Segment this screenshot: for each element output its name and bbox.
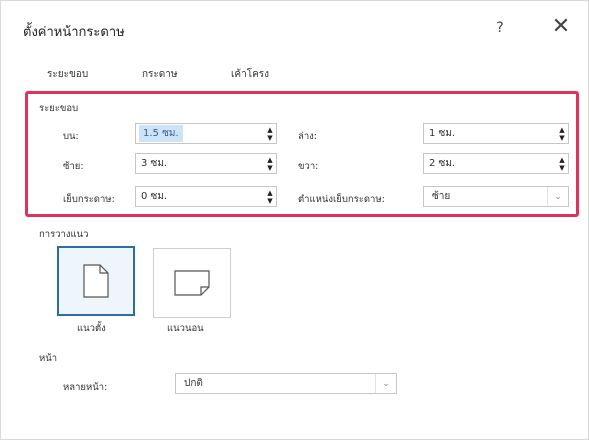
landscape-page-icon <box>174 270 210 296</box>
bottom-margin-value[interactable]: 1 ซม. <box>424 126 556 141</box>
top-margin-spinner[interactable]: 1.5 ซม. ▲ ▼ <box>135 123 277 144</box>
top-margin-value[interactable]: 1.5 ซม. <box>139 125 183 142</box>
gutter-position-select[interactable]: ซ้าย ⌄ <box>423 186 569 207</box>
portrait-button[interactable] <box>57 246 135 316</box>
left-margin-label: ซ้าย: <box>63 161 84 172</box>
chevron-down-icon[interactable]: ⌄ <box>375 374 396 393</box>
pages-group-label: หน้า <box>39 353 58 364</box>
tab-layout[interactable]: เค้าโครง <box>231 67 269 82</box>
top-margin-label: บน: <box>63 131 79 142</box>
spin-arrows-icon[interactable]: ▲ ▼ <box>264 154 276 173</box>
portrait-page-icon <box>83 264 109 298</box>
gutter-value[interactable]: 0 ซม. <box>136 189 264 204</box>
multiple-pages-label: หลายหน้า: <box>63 382 108 393</box>
spin-arrows-icon[interactable]: ▲ ▼ <box>264 187 276 206</box>
dialog-title: ตั้งค่าหน้ากระดาษ <box>23 25 125 40</box>
gutter-label: เย็บกระดาษ: <box>63 194 115 205</box>
gutter-spinner[interactable]: 0 ซม. ▲ ▼ <box>135 186 277 207</box>
right-margin-value[interactable]: 2 ซม. <box>424 156 556 171</box>
margins-group-label: ระยะขอบ <box>39 103 79 114</box>
gutter-position-value: ซ้าย <box>432 191 451 202</box>
right-margin-label: ขวา: <box>298 161 319 172</box>
help-icon: ? <box>496 20 504 36</box>
right-margin-spinner[interactable]: 2 ซม. ▲ ▼ <box>423 153 569 174</box>
multiple-pages-select[interactable]: ปกติ ⌄ <box>175 373 397 394</box>
spin-arrows-icon[interactable]: ▲ ▼ <box>264 124 276 143</box>
page-setup-dialog: ตั้งค่าหน้ากระดาษ ? ✕ ระยะขอบ กระดาษ เค้… <box>0 0 589 440</box>
spin-arrows-icon[interactable]: ▲ ▼ <box>556 154 568 173</box>
gutter-position-label: ตำแหน่งเย็บกระดาษ: <box>298 194 385 205</box>
orientation-group-label: การวางแนว <box>39 229 89 240</box>
multiple-pages-value: ปกติ <box>184 378 203 389</box>
spin-arrows-icon[interactable]: ▲ ▼ <box>556 124 568 143</box>
left-margin-spinner[interactable]: 3 ซม. ▲ ▼ <box>135 153 277 174</box>
bottom-margin-spinner[interactable]: 1 ซม. ▲ ▼ <box>423 123 569 144</box>
bottom-margin-label: ล่าง: <box>298 131 317 142</box>
close-icon: ✕ <box>551 14 571 39</box>
landscape-button[interactable] <box>153 248 231 318</box>
chevron-down-icon[interactable]: ⌄ <box>547 187 568 206</box>
tab-margins[interactable]: ระยะขอบ <box>47 67 88 82</box>
landscape-label: แนวนอน <box>167 323 204 334</box>
close-button[interactable]: ✕ <box>549 15 573 39</box>
help-button[interactable]: ? <box>489 17 511 39</box>
left-margin-value[interactable]: 3 ซม. <box>136 156 264 171</box>
portrait-label: แนวตั้ง <box>77 323 106 334</box>
tab-paper[interactable]: กระดาษ <box>142 67 178 82</box>
